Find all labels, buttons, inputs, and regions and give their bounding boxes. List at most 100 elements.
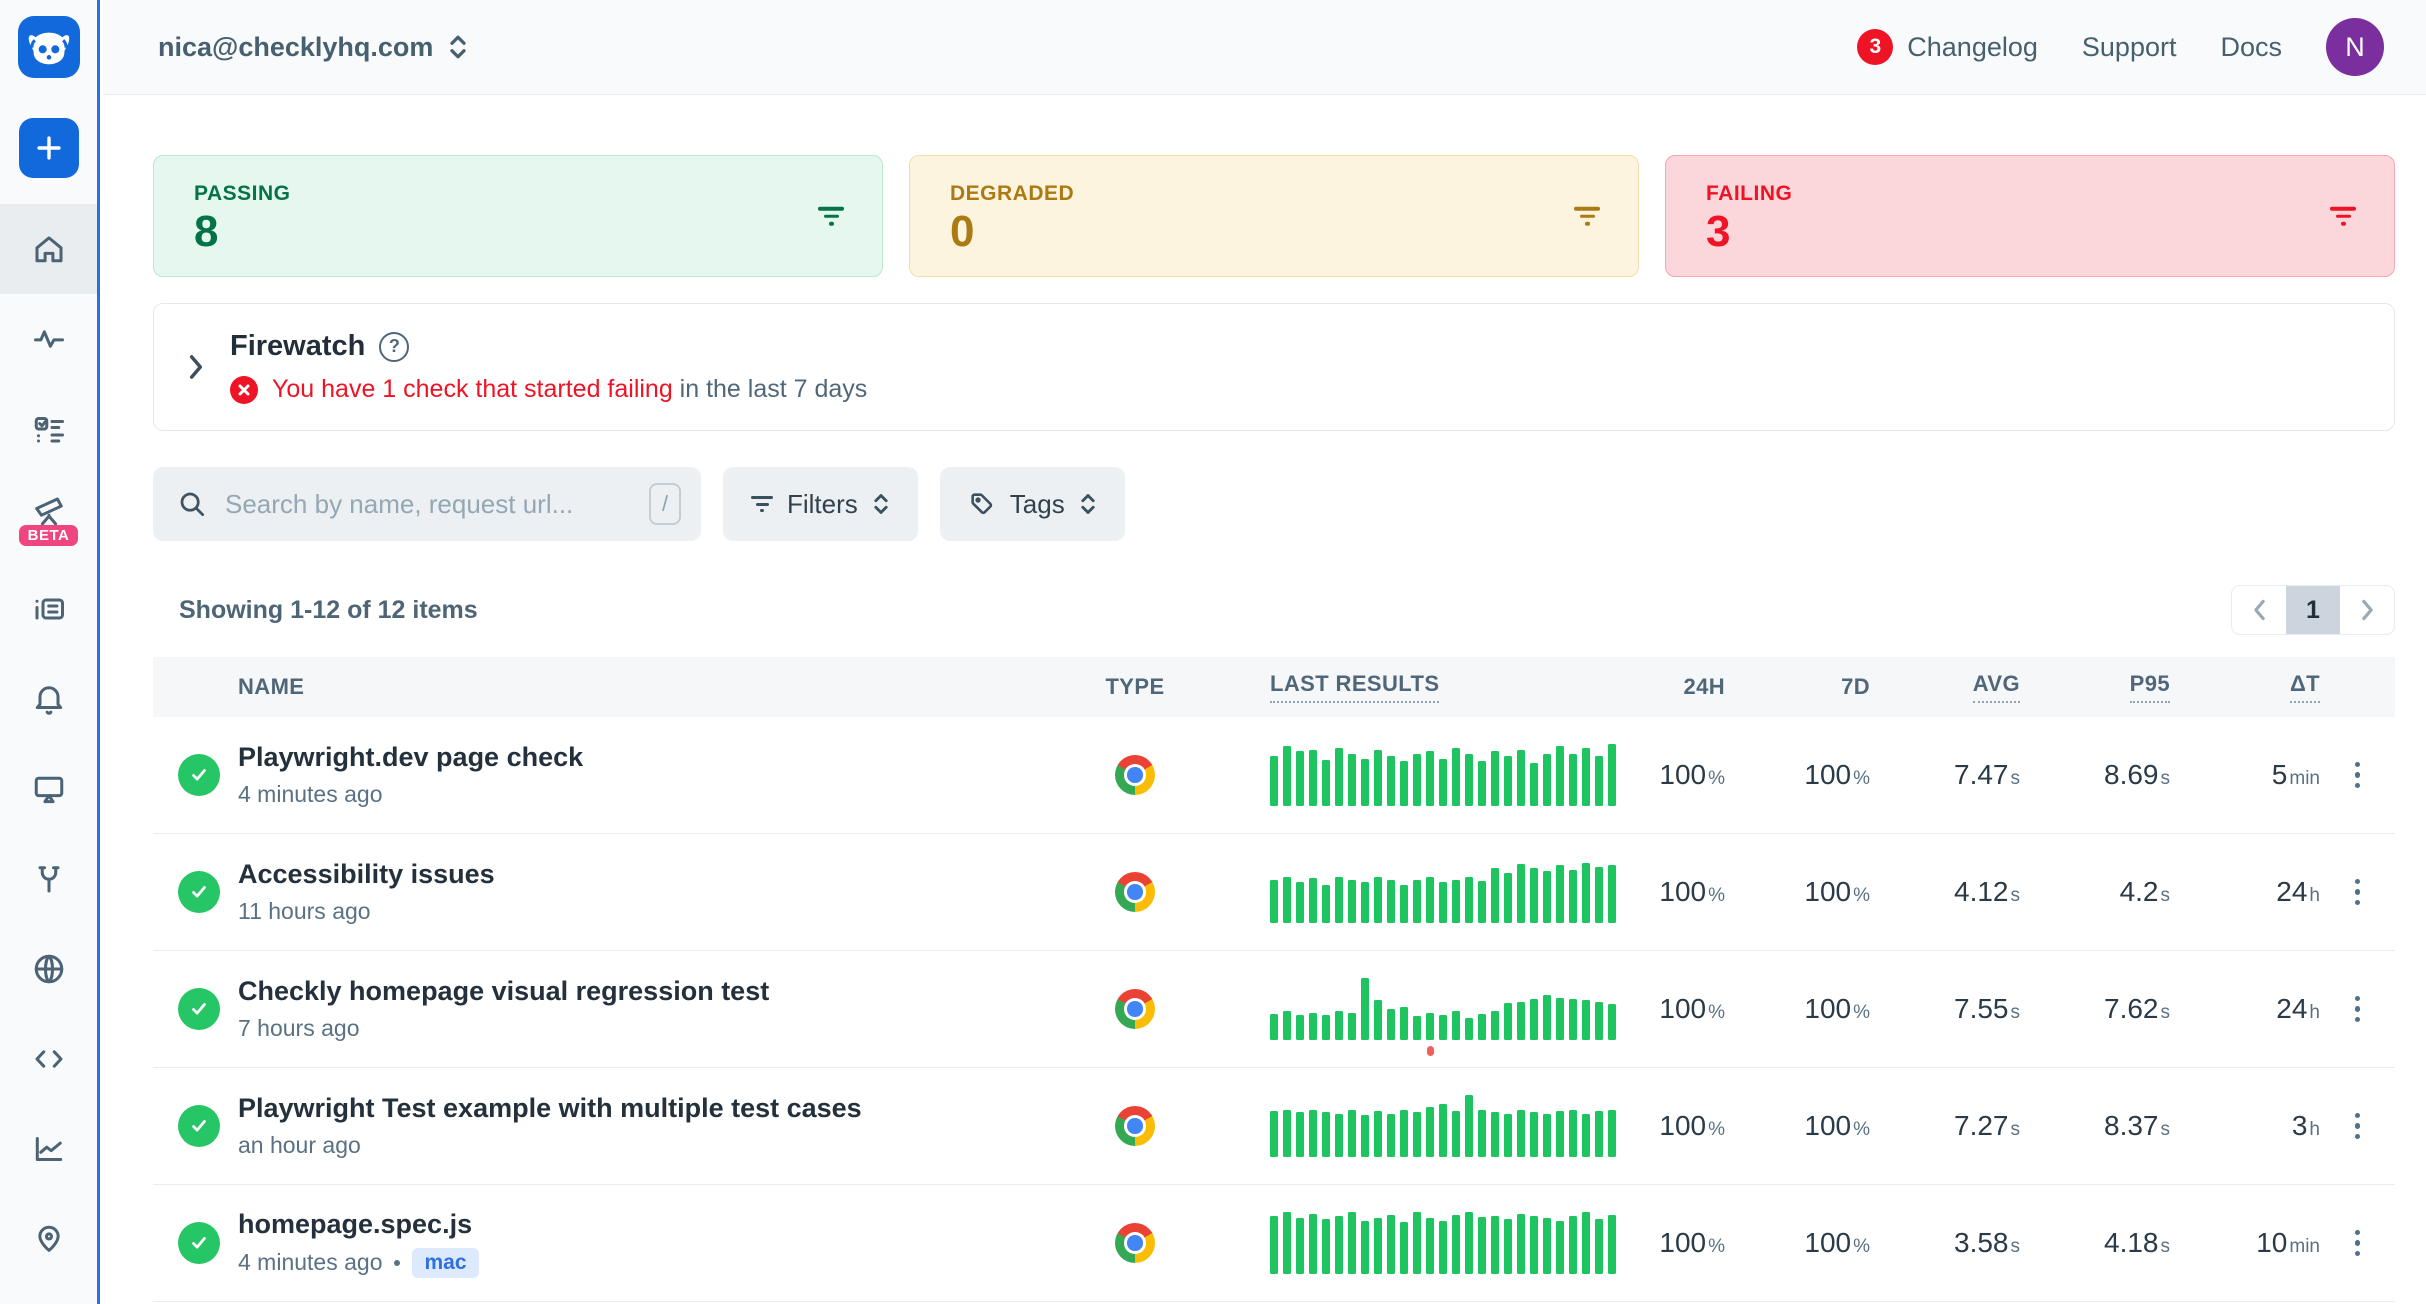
table-row[interactable]: Playwright Test example with multiple te…	[153, 1068, 2395, 1185]
account-switcher[interactable]: nica@checklyhq.com	[158, 32, 469, 63]
tags-button[interactable]: Tags	[940, 467, 1125, 541]
column-delta-t[interactable]: ΔT	[2170, 671, 2320, 703]
user-avatar[interactable]: N	[2326, 18, 2384, 76]
row-menu-cell	[2320, 1107, 2395, 1146]
sidebar-item-dashboards[interactable]	[0, 744, 97, 834]
bell-icon	[31, 681, 67, 717]
kebab-menu-button[interactable]	[2349, 1107, 2367, 1146]
account-email: nica@checklyhq.com	[158, 32, 433, 63]
sidebar-item-private-locations[interactable]	[0, 924, 97, 1014]
name-cell: Playwright Test example with multiple te…	[238, 1093, 1075, 1159]
filter-icon[interactable]	[818, 207, 844, 226]
degraded-card[interactable]: DEGRADED 0	[909, 155, 1639, 277]
sidebar-item-snippets[interactable]	[0, 1014, 97, 1104]
chart-line-icon	[31, 1131, 67, 1167]
p95-cell: 4.18s	[2020, 1227, 2170, 1259]
results-bar-chart[interactable]	[1270, 861, 1616, 923]
table-row[interactable]: homepage.spec.js 4 minutes ago mac 100% …	[153, 1185, 2395, 1302]
results-cell	[1195, 1095, 1565, 1157]
sidebar-item-locations[interactable]	[0, 1194, 97, 1284]
results-bar-chart[interactable]	[1270, 1095, 1616, 1157]
filters-button[interactable]: Filters	[723, 467, 918, 541]
map-pin-icon	[31, 1221, 67, 1257]
table-header: NAME TYPE LAST RESULTS 24H 7D AVG P95 ΔT	[153, 657, 2395, 717]
p95-cell: 8.37s	[2020, 1110, 2170, 1142]
checklist-icon	[31, 411, 67, 447]
delta-t-cell: 3h	[2170, 1110, 2320, 1142]
create-new-button[interactable]	[19, 118, 79, 178]
kebab-menu-button[interactable]	[2349, 873, 2367, 912]
sidebar-item-activity[interactable]	[0, 294, 97, 384]
kebab-menu-button[interactable]	[2349, 990, 2367, 1029]
next-page-button[interactable]	[2340, 586, 2394, 634]
search-shortcut-hint: /	[649, 483, 681, 525]
column-last-results[interactable]: LAST RESULTS	[1195, 671, 1565, 703]
column-p95[interactable]: P95	[2020, 671, 2170, 703]
passing-status-icon	[178, 1105, 220, 1147]
table-row[interactable]: Playwright.dev page check 4 minutes ago …	[153, 717, 2395, 834]
row-menu-cell	[2320, 756, 2395, 795]
type-cell	[1075, 872, 1195, 912]
sidebar-item-runtimes[interactable]	[0, 564, 97, 654]
delta-t-cell: 24h	[2170, 993, 2320, 1025]
filter-icon[interactable]	[2330, 207, 2356, 226]
kebab-menu-button[interactable]	[2349, 1224, 2367, 1263]
results-bar-chart[interactable]	[1270, 978, 1616, 1040]
chevron-up-down-icon	[447, 32, 469, 62]
failing-card[interactable]: FAILING 3	[1665, 155, 2395, 277]
search-box[interactable]: /	[153, 467, 701, 541]
results-bar-chart[interactable]	[1270, 1212, 1616, 1274]
last-run-time: 4 minutes ago	[238, 1249, 382, 1276]
changelog-link[interactable]: Changelog	[1907, 32, 2038, 63]
sidebar-item-home[interactable]	[0, 204, 97, 294]
firewatch-alert-text[interactable]: You have 1 check that started failing	[272, 375, 673, 403]
tag-icon	[968, 490, 996, 518]
docs-link[interactable]: Docs	[2220, 32, 2282, 63]
check-name[interactable]: homepage.spec.js	[238, 1209, 1075, 1240]
help-icon[interactable]: ?	[379, 332, 409, 362]
expand-chevron-icon[interactable]	[188, 354, 204, 380]
firewatch-body: Firewatch ? You have 1 check that starte…	[230, 330, 867, 404]
list-summary: Showing 1-12 of 12 items	[153, 596, 478, 625]
raccoon-logo-icon	[26, 24, 72, 70]
sidebar-item-analytics[interactable]	[0, 1104, 97, 1194]
status-cell	[153, 988, 238, 1030]
passing-label: PASSING	[194, 182, 842, 206]
table-row[interactable]: Checkly homepage visual regression test …	[153, 951, 2395, 1068]
tag-badge[interactable]: mac	[412, 1248, 478, 1278]
checkly-logo[interactable]	[18, 16, 80, 78]
degraded-count: 0	[950, 210, 1598, 254]
plus-icon	[32, 131, 66, 165]
changelog-link-wrap: 3 Changelog	[1857, 29, 2038, 65]
search-input[interactable]	[225, 489, 631, 520]
sidebar-item-maintenance[interactable]	[0, 834, 97, 924]
status-cell	[153, 754, 238, 796]
support-link[interactable]: Support	[2082, 32, 2177, 63]
check-name[interactable]: Accessibility issues	[238, 859, 1075, 890]
check-name[interactable]: Playwright Test example with multiple te…	[238, 1093, 1075, 1124]
column-24h: 24H	[1565, 674, 1725, 700]
sidebar-item-telescope-beta[interactable]: BETA	[0, 474, 97, 564]
column-7d: 7D	[1725, 674, 1870, 700]
check-name[interactable]: Playwright.dev page check	[238, 742, 1075, 773]
sidebar-item-alerts[interactable]	[0, 654, 97, 744]
beta-badge: BETA	[19, 525, 79, 546]
chevron-up-down-icon	[872, 491, 890, 517]
list-meta: Showing 1-12 of 12 items 1	[153, 585, 2395, 635]
sidebar-item-checks[interactable]	[0, 384, 97, 474]
prev-page-button[interactable]	[2232, 586, 2286, 634]
results-bar-chart[interactable]	[1270, 744, 1616, 806]
table-row[interactable]: Accessibility issues 11 hours ago 100% 1…	[153, 834, 2395, 951]
filter-icon[interactable]	[1574, 207, 1600, 226]
chrome-browser-icon	[1115, 1106, 1155, 1146]
column-avg[interactable]: AVG	[1870, 671, 2020, 703]
check-name[interactable]: Checkly homepage visual regression test	[238, 976, 1075, 1007]
current-page[interactable]: 1	[2286, 586, 2340, 634]
toolbar: / Filters Tags	[153, 467, 2395, 541]
status-cell	[153, 1105, 238, 1147]
main-area: nica@checklyhq.com 3 Changelog Support D…	[103, 0, 2426, 1302]
kebab-menu-button[interactable]	[2349, 756, 2367, 795]
results-cell	[1195, 978, 1565, 1040]
name-cell: Accessibility issues 11 hours ago	[238, 859, 1075, 925]
passing-card[interactable]: PASSING 8	[153, 155, 883, 277]
